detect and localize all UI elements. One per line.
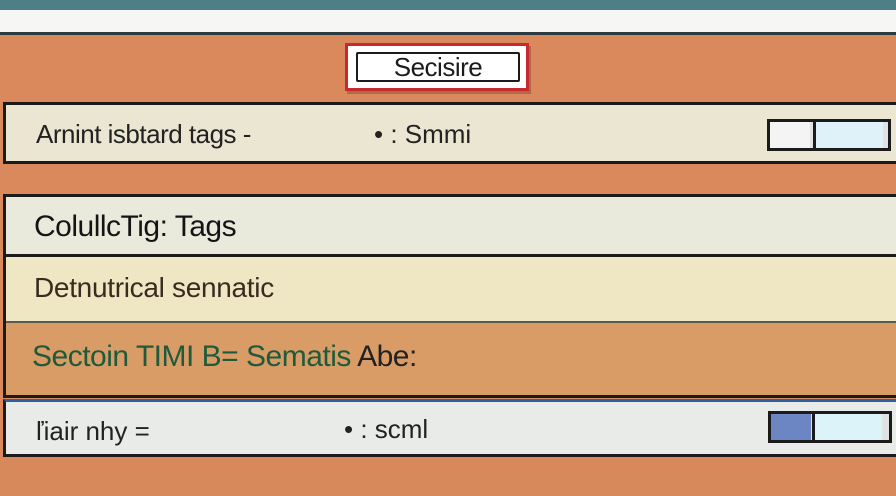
section-footer-label: Sectoin TIMI B= Sematis Abe:: [32, 340, 417, 374]
setting-row-2-value: • : scml: [344, 414, 429, 444]
toggle-track: [770, 122, 810, 148]
section-footer-suffix: Abe:: [350, 340, 417, 373]
toggle-knob[interactable]: [812, 414, 882, 440]
page-title: Secisire: [393, 51, 483, 82]
setting-row-2-label: ľiair nhy =: [36, 416, 150, 446]
bottom-strip: [0, 460, 896, 496]
section-footer-link[interactable]: Sectoin TIMI B= Sematis: [32, 340, 351, 373]
section-heading-bar: ColullcTig: Tags: [6, 197, 896, 257]
top-bar-strip: [0, 10, 896, 35]
section-subheading: Detnutrical sennatic: [34, 272, 274, 303]
setting-row-1-value: • : Smmi: [374, 119, 472, 149]
tags-section: ColullcTig: Tags Detnutrical sennatic Se…: [3, 194, 896, 398]
section-subheading-bar: Detnutrical sennatic: [6, 257, 896, 323]
setting-row-2: ľiair nhy = • : scml: [3, 399, 896, 457]
top-bar: [0, 0, 896, 10]
setting-row-2-toggle[interactable]: [768, 411, 892, 443]
toggle-knob[interactable]: [813, 122, 883, 148]
setting-row-1: Arnint isbtard tags - • : Smmi: [3, 102, 896, 164]
toggle-track-active: [771, 414, 811, 440]
section-footer[interactable]: Sectoin TIMI B= Sematis Abe:: [6, 323, 896, 395]
title-frame: Secisire: [356, 52, 520, 82]
setting-row-1-toggle[interactable]: [767, 119, 891, 151]
section-heading: ColullcTig: Tags: [34, 210, 237, 243]
setting-row-1-label: Arnint isbtard tags -: [36, 119, 251, 149]
title-button[interactable]: Secisire: [345, 43, 529, 91]
